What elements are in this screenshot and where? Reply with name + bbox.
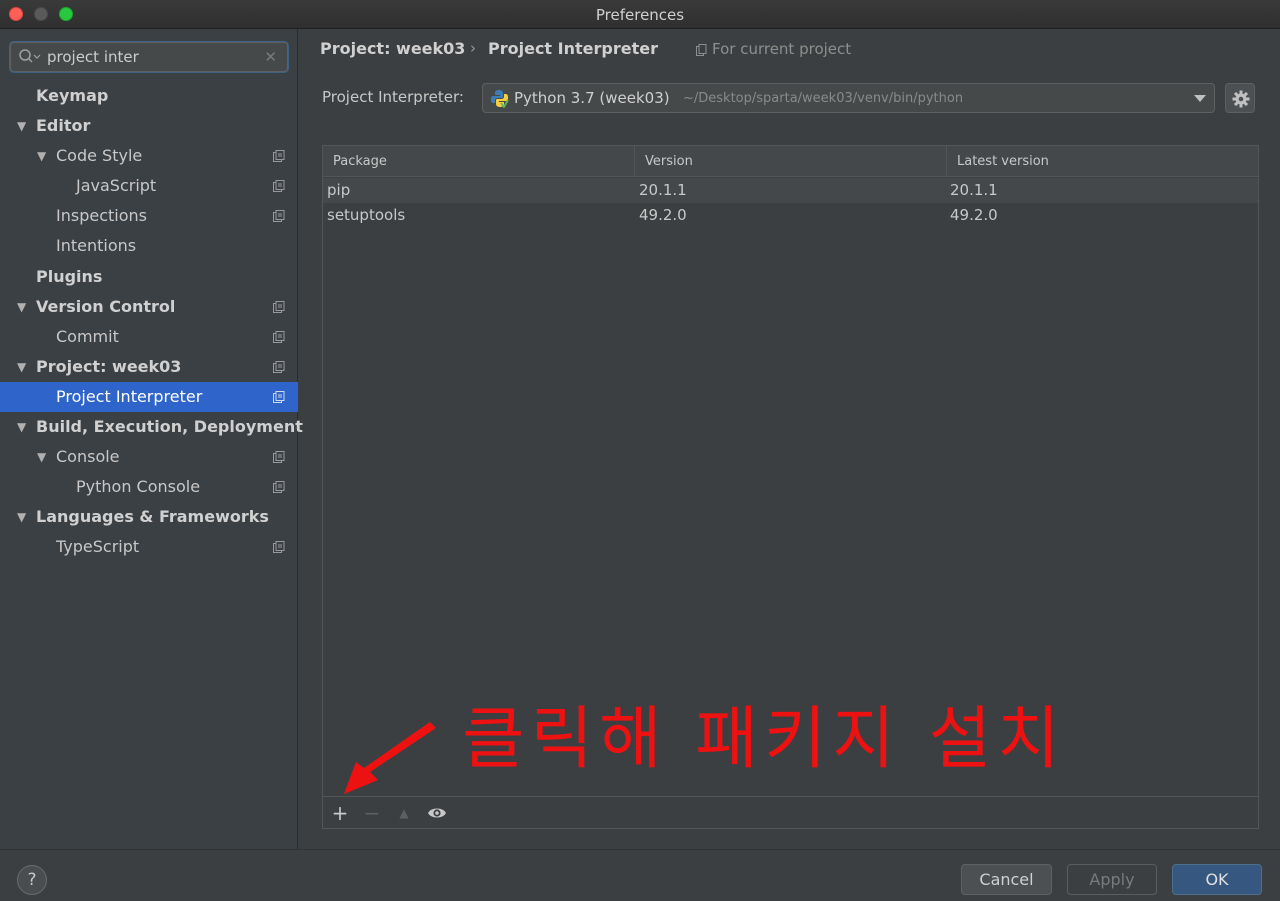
sidebar-item-label: Console (56, 447, 120, 467)
sidebar-item-label: Editor (36, 116, 91, 136)
packages-toolbar: + − ▲ (323, 796, 1258, 828)
sidebar-item-label: Project Interpreter (56, 386, 203, 406)
expand-arrow-icon[interactable]: ▼ (37, 442, 46, 472)
python-icon (491, 90, 509, 108)
sidebar-item-label: Project: week03 (36, 356, 182, 376)
expand-arrow-icon[interactable]: ▼ (37, 141, 46, 171)
sidebar-item-build-execution-deployment[interactable]: ▼ Build, Execution, Deployment (0, 412, 303, 442)
sidebar-item-languages-frameworks[interactable]: ▼ Languages & Frameworks (0, 502, 298, 532)
window-title: Preferences (595, 6, 685, 24)
column-header-latest-version[interactable]: Latest version (946, 146, 1258, 177)
search-icon (19, 49, 41, 63)
project-scope-icon (273, 210, 285, 223)
project-scope-icon (273, 150, 285, 163)
sidebar-item-label: Keymap (36, 86, 109, 105)
column-header-version[interactable]: Version (634, 146, 946, 177)
project-scope-icon (273, 451, 285, 464)
annotation-text: 클릭해 패키지 설치 (462, 700, 1066, 779)
expand-arrow-icon[interactable]: ▼ (17, 412, 26, 442)
page-title: Project Interpreter (488, 39, 658, 58)
sidebar-item-label: Python Console (76, 477, 201, 497)
sidebar-item-keymap[interactable]: Keymap (0, 81, 298, 111)
breadcrumb-separator: › (470, 39, 476, 57)
sidebar-item-label: Build, Execution, Deployment (36, 417, 303, 437)
sidebar-item-commit[interactable]: Commit (0, 322, 298, 352)
eye-icon (428, 808, 446, 818)
interpreter-label: Project Interpreter: (322, 88, 464, 106)
sidebar-item-label: TypeScript (56, 537, 140, 557)
expand-arrow-icon[interactable]: ▼ (17, 352, 26, 382)
project-scope-icon (273, 330, 285, 343)
sidebar-item-python-console[interactable]: Python Console (0, 472, 298, 502)
sidebar-item-label: Commit (56, 326, 119, 346)
package-latest-version: 20.1.1 (950, 181, 998, 199)
expand-arrow-icon[interactable]: ▼ (17, 292, 26, 322)
sidebar-item-console[interactable]: ▼ Console (0, 442, 298, 472)
project-scope-icon (273, 390, 285, 403)
sidebar-item-label: Languages & Frameworks (36, 507, 269, 527)
apply-button[interactable]: Apply (1067, 864, 1157, 895)
sidebar-item-javascript[interactable]: JavaScript (0, 171, 298, 201)
sidebar-item-label: Version Control (36, 296, 176, 316)
search-input[interactable] (47, 47, 257, 67)
clear-search-icon[interactable]: ✕ (264, 48, 277, 66)
scope-label: For current project (712, 40, 852, 58)
table-header: Package Version Latest version (323, 146, 1258, 177)
project-scope-icon (273, 180, 285, 193)
package-version: 20.1.1 (639, 181, 687, 199)
sidebar-item-label: Intentions (56, 236, 137, 256)
interpreter-name: Python 3.7 (week03) (514, 89, 670, 107)
add-package-button[interactable]: + (330, 803, 350, 823)
package-name: pip (327, 181, 351, 199)
settings-tree: Keymap ▼ Editor ▼ Code Style JavaScript … (0, 81, 303, 563)
interpreter-settings-button[interactable] (1225, 83, 1255, 113)
sidebar-item-project[interactable]: ▼ Project: week03 (0, 352, 298, 382)
project-scope-icon (273, 481, 285, 494)
project-scope-icon (273, 360, 285, 373)
dialog-footer: ? Cancel Apply OK (0, 849, 1280, 901)
sidebar-item-inspections[interactable]: Inspections (0, 201, 298, 231)
sidebar-item-typescript[interactable]: TypeScript (0, 532, 298, 562)
annotation-arrow-icon (344, 722, 436, 794)
chevron-down-icon[interactable] (1194, 95, 1206, 102)
sidebar-item-label: Inspections (56, 206, 147, 226)
interpreter-path: ~/Desktop/sparta/week03/venv/bin/python (683, 91, 964, 106)
title-bar: Preferences (0, 0, 1280, 29)
show-early-releases-button[interactable] (427, 803, 447, 823)
remove-package-button[interactable]: − (362, 803, 382, 823)
sidebar-item-label: Code Style (56, 146, 143, 166)
sidebar-item-plugins[interactable]: Plugins (0, 262, 298, 292)
column-header-package[interactable]: Package (323, 146, 634, 177)
upgrade-package-button[interactable]: ▲ (394, 803, 414, 823)
expand-arrow-icon[interactable]: ▼ (17, 111, 26, 141)
project-scope-icon (696, 44, 707, 56)
settings-search[interactable]: ✕ (10, 42, 288, 72)
package-version: 49.2.0 (639, 206, 687, 224)
sidebar-item-label: Plugins (36, 266, 103, 286)
settings-sidebar: ✕ Keymap ▼ Editor ▼ Code Style JavaScrip… (0, 29, 303, 849)
package-latest-version: 49.2.0 (950, 206, 998, 224)
table-row[interactable]: setuptools 49.2.0 49.2.0 (323, 203, 1258, 228)
sidebar-item-version-control[interactable]: ▼ Version Control (0, 292, 298, 322)
ok-button[interactable]: OK (1172, 864, 1262, 895)
interpreter-select[interactable]: Python 3.7 (week03) ~/Desktop/sparta/wee… (482, 83, 1215, 113)
project-scope-icon (273, 300, 285, 313)
sidebar-item-code-style[interactable]: ▼ Code Style (0, 141, 298, 171)
cancel-button[interactable]: Cancel (961, 864, 1052, 895)
sidebar-item-intentions[interactable]: Intentions (0, 231, 298, 261)
sidebar-item-editor[interactable]: ▼ Editor (0, 111, 298, 141)
expand-arrow-icon[interactable]: ▼ (17, 502, 26, 532)
project-scope-icon (273, 541, 285, 554)
sidebar-item-label: JavaScript (76, 176, 157, 196)
table-row[interactable]: pip 20.1.1 20.1.1 (323, 178, 1258, 203)
breadcrumb-parent[interactable]: Project: week03 (320, 39, 465, 58)
gear-icon (1232, 90, 1250, 108)
help-button[interactable]: ? (17, 865, 47, 895)
package-name: setuptools (327, 206, 406, 224)
sidebar-item-project-interpreter[interactable]: Project Interpreter (0, 381, 298, 413)
